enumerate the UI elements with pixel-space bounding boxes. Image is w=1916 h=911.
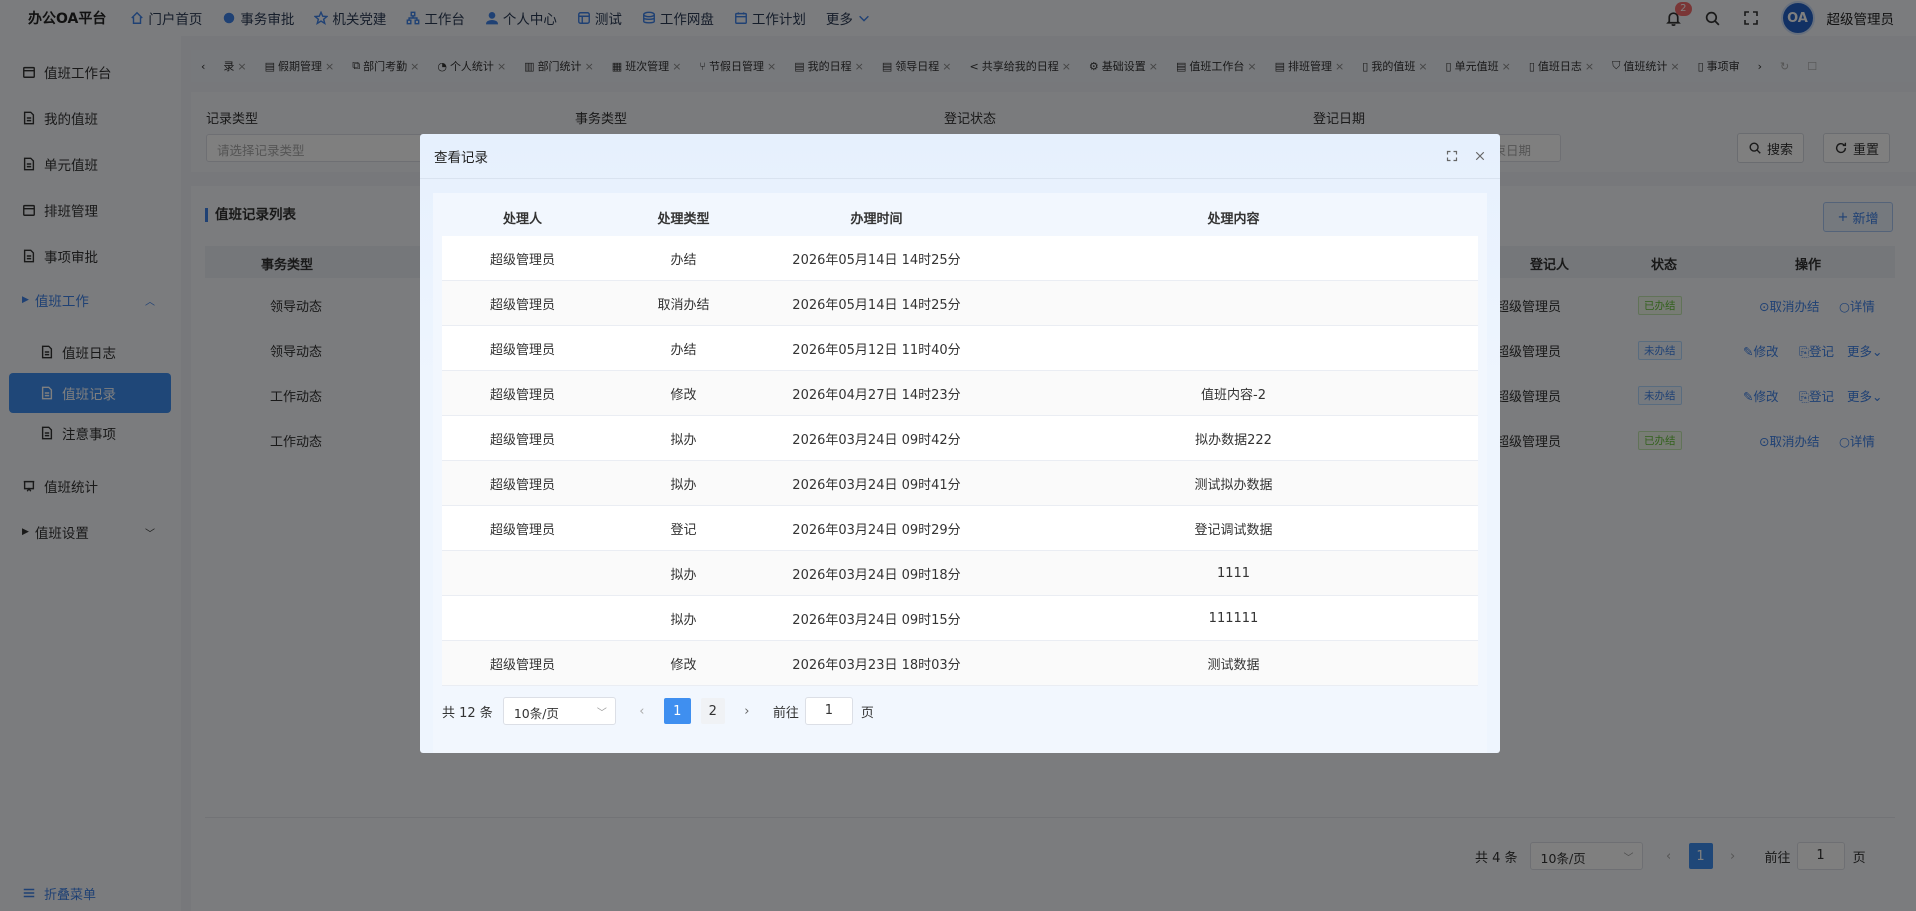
- table-row: 超级管理员 办结 2026年05月14日 14时25分: [442, 236, 1478, 281]
- view-record-dialog: 查看记录 处理人 处理类型 办理时间 处理内容 超级管理员 办结 2026年05月1…: [420, 134, 1500, 753]
- table-row: 超级管理员 办结 2026年05月12日 11时40分: [442, 326, 1478, 371]
- dialog-header: 查看记录: [420, 134, 1500, 179]
- table-row: 超级管理员 登记 2026年03月24日 09时29分 登记调试数据: [442, 506, 1478, 551]
- page-number[interactable]: 2: [700, 698, 725, 724]
- chevron-down-icon: ﹀: [596, 708, 607, 719]
- table-row: 拟办 2026年03月24日 09时18分 1111: [442, 551, 1478, 596]
- page-size-select[interactable]: 10条/页﹀: [502, 697, 616, 725]
- table-header: 处理人 处理类型 办理时间 处理内容: [442, 199, 1478, 236]
- page-number[interactable]: 1: [663, 698, 691, 724]
- prev-page-button[interactable]: ‹: [630, 704, 654, 719]
- table-row: 超级管理员 拟办 2026年03月24日 09时41分 测试拟办数据: [442, 461, 1478, 506]
- next-page-button[interactable]: ›: [735, 704, 759, 719]
- close-icon[interactable]: [1474, 150, 1486, 162]
- record-table: 处理人 处理类型 办理时间 处理内容 超级管理员 办结 2026年05月14日 14…: [442, 199, 1478, 686]
- dialog-pagination: 共 12 条 10条/页 ﹀ ‹ 1 2 › 前往 1 页: [442, 697, 874, 725]
- goto-page-input[interactable]: 1: [804, 697, 853, 725]
- table-row: 超级管理员 修改 2026年04月27日 14时23分 值班内容-2: [442, 371, 1478, 416]
- table-row: 超级管理员 修改 2026年03月23日 18时03分 测试数据: [442, 641, 1478, 686]
- dialog-title: 查看记录: [434, 150, 488, 166]
- dialog-body: 处理人 处理类型 办理时间 处理内容 超级管理员 办结 2026年05月14日 14…: [433, 193, 1487, 753]
- table-row: 超级管理员 拟办 2026年03月24日 09时42分 拟办数据222: [442, 416, 1478, 461]
- maximize-icon[interactable]: [1446, 150, 1458, 162]
- table-row: 拟办 2026年03月24日 09时15分 111111: [442, 596, 1478, 641]
- table-row: 超级管理员 取消办结 2026年05月14日 14时25分: [442, 281, 1478, 326]
